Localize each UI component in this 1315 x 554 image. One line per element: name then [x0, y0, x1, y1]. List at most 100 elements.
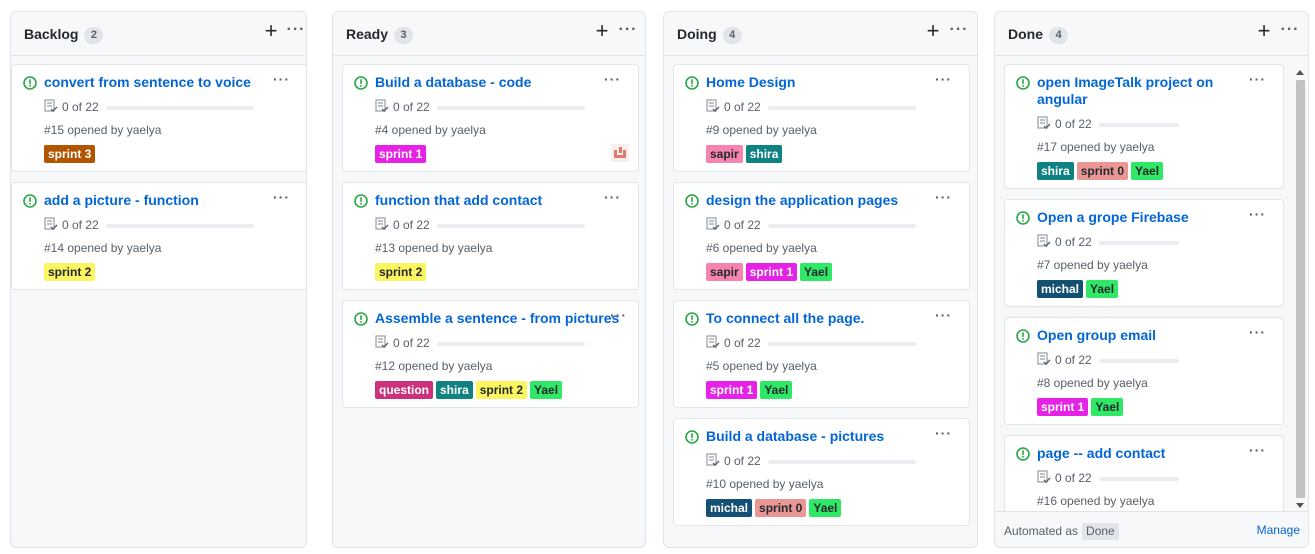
issue-card[interactable]: Home Design ··· 0 of 22 #9 opened by yae…	[673, 64, 970, 172]
issue-card[interactable]: Build a database - pictures ··· 0 of 22 …	[673, 418, 970, 526]
label-chip[interactable]: sprint 0	[755, 499, 807, 517]
card-title[interactable]: Open group email	[1037, 327, 1156, 344]
card-title[interactable]: To connect all the page.	[706, 310, 864, 327]
add-card-button[interactable]: +	[261, 20, 281, 42]
task-progress-text: 0 of 22	[393, 218, 430, 232]
label-chip[interactable]: Yael	[1086, 280, 1119, 298]
column-scrollbar[interactable]	[1294, 68, 1306, 510]
card-menu-button[interactable]: ···	[273, 71, 293, 87]
card-title[interactable]: add a picture - function	[44, 192, 199, 209]
task-progress-bar	[1099, 359, 1179, 363]
label-chip[interactable]: sprint 2	[44, 263, 96, 281]
avatar[interactable]	[611, 144, 629, 162]
manage-automation-link[interactable]: Manage	[1257, 523, 1300, 537]
scroll-down-arrow-icon[interactable]	[1296, 503, 1304, 508]
card-menu-button[interactable]: ···	[273, 189, 293, 205]
column-menu-button[interactable]: ···	[285, 21, 306, 41]
label-chip[interactable]: sapir	[706, 263, 743, 281]
tasklist-icon	[375, 217, 389, 230]
card-menu-button[interactable]: ···	[935, 425, 955, 441]
card-title[interactable]: Assemble a sentence - from pictures	[375, 310, 619, 327]
label-chip[interactable]: question	[375, 381, 433, 399]
labels: sprint 1 Yael	[1037, 398, 1126, 417]
card-title[interactable]: Home Design	[706, 74, 795, 91]
label-chip[interactable]: Yael	[800, 263, 833, 281]
issue-card[interactable]: open ImageTalk project on angular ··· 0 o…	[1004, 64, 1284, 189]
add-card-button[interactable]: +	[1254, 20, 1274, 42]
card-menu-button[interactable]: ···	[1249, 324, 1269, 340]
card-menu-button[interactable]: ···	[935, 71, 955, 87]
issue-card[interactable]: add a picture - function ··· 0 of 22 #14…	[11, 182, 306, 290]
column-menu-button[interactable]: ···	[1279, 21, 1301, 41]
column-title: Backlog 2	[24, 26, 104, 44]
column-done: Done 4 + ··· open ImageTalk project on ang…	[994, 11, 1309, 548]
opened-by: #14 opened by yaelya	[44, 241, 162, 255]
column-count-badge: 4	[1049, 27, 1068, 44]
card-title[interactable]: Open a grope Firebase	[1037, 209, 1189, 226]
add-card-button[interactable]: +	[923, 20, 943, 42]
task-progress-text: 0 of 22	[393, 100, 430, 114]
issue-card[interactable]: Assemble a sentence - from pictures ··· …	[342, 300, 639, 408]
card-menu-button[interactable]: ···	[604, 71, 624, 87]
label-chip[interactable]: sprint 1	[745, 263, 798, 281]
label-chip[interactable]: sprint 2	[475, 381, 528, 399]
issue-card[interactable]: Build a database - code ··· 0 of 22 #4 o…	[342, 64, 639, 172]
task-progress-bar	[768, 224, 916, 228]
label-chip[interactable]: michal	[706, 499, 753, 517]
card-title[interactable]: convert from sentence to voice	[44, 74, 251, 91]
issue-card[interactable]: convert from sentence to voice ··· 0 of …	[11, 64, 306, 172]
label-chip[interactable]: sprint 3	[44, 145, 96, 163]
task-progress-bar	[437, 106, 585, 110]
task-progress-bar	[1099, 241, 1179, 245]
label-chip[interactable]: Yael	[530, 381, 563, 399]
add-card-button[interactable]: +	[592, 20, 612, 42]
issue-card[interactable]: Open group email ··· 0 of 22 #8 opened b…	[1004, 317, 1284, 425]
issue-card[interactable]: design the application pages ··· 0 of 22…	[673, 182, 970, 290]
label-chip[interactable]: Yael	[1091, 398, 1124, 416]
label-chip[interactable]: Yael	[809, 499, 842, 517]
label-chip[interactable]: sprint 1	[706, 381, 758, 399]
card-menu-button[interactable]: ···	[935, 189, 955, 205]
label-chip[interactable]: shira	[436, 381, 473, 399]
label-chip[interactable]: sprint 2	[375, 263, 427, 281]
card-title[interactable]: Build a database - code	[375, 74, 531, 91]
label-chip[interactable]: sprint 0	[1076, 162, 1129, 180]
issue-card[interactable]: function that add contact ··· 0 of 22 #1…	[342, 182, 639, 290]
task-progress-text: 0 of 22	[724, 100, 761, 114]
issue-opened-icon	[685, 430, 699, 444]
scroll-up-arrow-icon[interactable]	[1296, 70, 1304, 75]
column-menu-button[interactable]: ···	[617, 21, 639, 41]
scroll-thumb[interactable]	[1296, 80, 1305, 498]
label-chip[interactable]: michal	[1037, 280, 1084, 298]
card-menu-button[interactable]: ···	[604, 189, 624, 205]
column-doing: Doing 4 + ··· Home Design ··· 0 of 22 #9 …	[663, 11, 978, 548]
column-count-badge: 4	[722, 27, 742, 44]
card-title[interactable]: function that add contact	[375, 192, 542, 209]
label-chip[interactable]: sprint 1	[1037, 398, 1089, 416]
label-chip[interactable]: shira	[745, 145, 783, 163]
labels: sapir sprint 1 Yael	[706, 263, 835, 282]
tasklist-icon	[1037, 116, 1051, 129]
card-title[interactable]: design the application pages	[706, 192, 898, 209]
card-menu-button[interactable]: ···	[1249, 442, 1269, 458]
card-title[interactable]: page -- add contact	[1037, 445, 1165, 462]
card-title[interactable]: Build a database - pictures	[706, 428, 884, 445]
card-menu-button[interactable]: ···	[610, 307, 630, 323]
card-menu-button[interactable]: ···	[1249, 206, 1269, 222]
label-chip[interactable]: shira	[1037, 162, 1074, 180]
label-chip[interactable]: sprint 1	[375, 145, 427, 163]
card-menu-button[interactable]: ···	[935, 307, 955, 323]
labels: sprint 1 Yael	[706, 381, 795, 400]
column-menu-button[interactable]: ···	[948, 21, 970, 41]
automation-status: Automated as Done	[1004, 523, 1119, 540]
label-chip[interactable]: Yael	[760, 381, 793, 399]
card-title[interactable]: open ImageTalk project on angular	[1037, 74, 1213, 108]
card-menu-button[interactable]: ···	[1249, 71, 1269, 87]
label-chip[interactable]: sapir	[706, 145, 743, 163]
tasklist-icon	[1037, 352, 1051, 365]
column-title: Ready 3	[346, 26, 414, 44]
issue-card[interactable]: To connect all the page. ··· 0 of 22 #5 …	[673, 300, 970, 408]
issue-card[interactable]: Open a grope Firebase ··· 0 of 22 #7 ope…	[1004, 199, 1284, 307]
opened-by: #12 opened by yaelya	[375, 359, 493, 373]
label-chip[interactable]: Yael	[1131, 162, 1164, 180]
